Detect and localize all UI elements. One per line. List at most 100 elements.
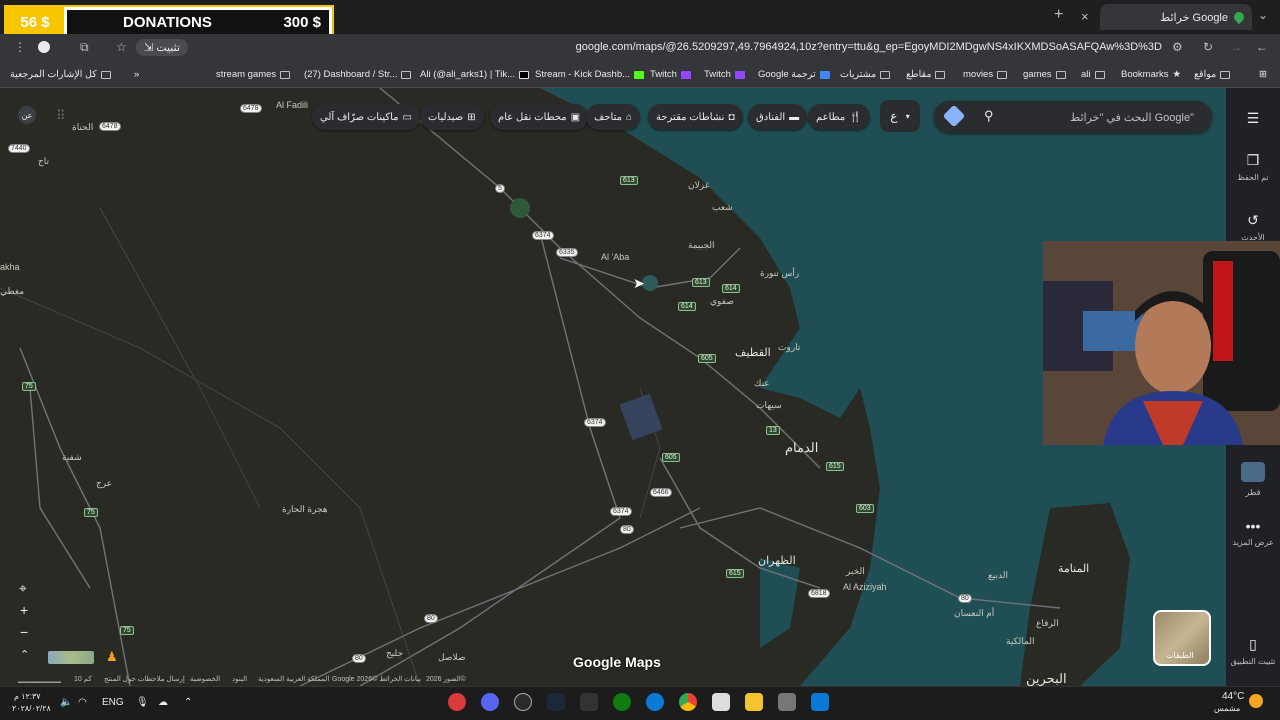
bookmark-item[interactable]: مواقع <box>1194 69 1231 80</box>
language-indicator[interactable]: ENG <box>102 697 124 708</box>
file-explorer-icon[interactable] <box>745 693 763 711</box>
bookmark-item[interactable]: games <box>1023 69 1066 80</box>
chip-pharmacy[interactable]: صيدليات ⊞ <box>420 104 484 130</box>
bookmark-item[interactable]: movies <box>963 69 1008 80</box>
wifi-icon[interactable]: ◠ <box>78 697 87 708</box>
weather-label: مشمس <box>1214 704 1241 713</box>
app-window-icon[interactable] <box>778 693 796 711</box>
obs-icon[interactable] <box>514 693 532 711</box>
search-input[interactable]: البحث في "خرائط Google" <box>1070 111 1194 124</box>
apps-grid-icon[interactable]: ⠿ <box>56 108 66 124</box>
bookmark-item[interactable]: مشتريات <box>840 69 891 80</box>
directions-icon[interactable] <box>942 104 966 128</box>
footer-privacy-link[interactable]: الخصوصية <box>190 675 220 683</box>
cloud-icon[interactable]: ☁ <box>158 697 168 708</box>
address-bar[interactable]: google.com/maps/@26.5209297,49.7964924,1… <box>576 41 1162 53</box>
place-label: تاروت <box>778 342 801 352</box>
chip-hotels[interactable]: الفنادق ▬ <box>748 104 808 130</box>
road-shield: 614 <box>722 284 740 293</box>
footer-terms-link[interactable]: البنود <box>232 675 247 683</box>
road-shield: 605 <box>698 354 716 363</box>
tab-close-button[interactable]: × <box>1081 9 1089 24</box>
more-icon: ••• <box>1245 518 1261 534</box>
sidebar-saved[interactable]: ❒ تم الحفظ <box>1228 152 1278 182</box>
thumbnail-icon <box>1241 462 1265 482</box>
bookmark-item[interactable]: stream games <box>216 69 291 80</box>
tiktok-icon <box>519 70 529 79</box>
road-shield: 6374 <box>532 231 554 240</box>
epic-games-icon[interactable] <box>580 693 598 711</box>
place-label: Al 'Aba <box>601 252 630 262</box>
zoom-out-button[interactable]: − <box>20 624 28 640</box>
pegman-icon[interactable]: ♟ <box>106 649 118 665</box>
chip-transit[interactable]: محطات نقل عام ▣ <box>490 104 589 130</box>
bookmark-item[interactable]: Stream - Kick Dashb... <box>535 69 645 80</box>
site-settings-icon[interactable]: ⚙ <box>1172 40 1183 54</box>
new-tab-button[interactable]: + <box>1054 6 1063 24</box>
bookmarks-overflow-icon[interactable]: » <box>134 69 139 80</box>
bookmark-item[interactable]: ali <box>1081 69 1105 80</box>
collapse-icon[interactable]: ⌃ <box>20 648 29 661</box>
history-icon: ↺ <box>1247 212 1259 228</box>
road-shield: 80 <box>424 614 438 623</box>
bookmark-item[interactable]: (27) Dashboard / Str... <box>304 69 412 80</box>
forward-icon[interactable]: → <box>1230 40 1242 54</box>
start-icon[interactable] <box>811 693 829 711</box>
bookmark-item[interactable]: Twitch <box>704 69 745 80</box>
road-shield: 75 <box>84 508 98 517</box>
my-location-icon[interactable]: ⌖ <box>19 580 27 597</box>
apps-grid-icon[interactable]: ⊞ <box>1259 69 1267 80</box>
folder-icon <box>1055 70 1066 79</box>
temperature[interactable]: 44°C <box>1222 691 1244 702</box>
zoom-in-button[interactable]: + <box>20 602 28 618</box>
xbox-icon[interactable] <box>613 693 631 711</box>
bookmark-item[interactable]: Google ترجمة <box>758 69 830 80</box>
chip-atm[interactable]: ماكينات صرّاف آلي ▭ <box>312 104 420 130</box>
place-label: الحناة <box>72 122 94 132</box>
chip-museums[interactable]: متاحف ⌂ <box>586 104 641 130</box>
bookmark-item[interactable]: Bookmarks ★ <box>1121 69 1181 80</box>
tab-google-maps[interactable]: خرائط Google <box>1100 4 1252 30</box>
maps-search-box[interactable]: ⚲ البحث في "خرائط Google" <box>934 101 1212 133</box>
taskbar-app-icon[interactable] <box>448 693 466 711</box>
tray-overflow-icon[interactable]: ⌃ <box>184 697 192 708</box>
bookmark-star-icon[interactable]: ☆ <box>116 40 127 54</box>
road-shield: 80 <box>958 594 972 603</box>
steam-icon[interactable] <box>547 693 565 711</box>
clock-time[interactable]: ١٢:٣٧ م <box>14 692 41 701</box>
store-icon[interactable] <box>712 693 730 711</box>
install-app-button[interactable]: ⇲ تثبيت <box>136 39 188 56</box>
sidebar-recent[interactable]: ↺ الأحدث <box>1228 212 1278 242</box>
place-label: شفية <box>62 452 82 462</box>
imagery-thumbnails[interactable] <box>48 651 94 664</box>
discord-icon[interactable] <box>481 693 499 711</box>
bookmark-item[interactable]: مقاطع <box>906 69 946 80</box>
microphone-icon[interactable]: 🎙 <box>136 697 149 708</box>
edge-icon[interactable] <box>646 693 664 711</box>
chip-restaurants[interactable]: مطاعم 🍴 <box>808 104 870 130</box>
sidebar-menu[interactable]: ☰ <box>1228 110 1278 131</box>
sidebar-more[interactable]: ••• عرض المزيد <box>1228 518 1278 547</box>
back-icon[interactable]: ← <box>1256 40 1268 54</box>
sidebar-qatar[interactable]: قطر <box>1228 462 1278 497</box>
sun-icon <box>1249 694 1263 708</box>
reload-icon[interactable]: ↻ <box>1203 40 1213 54</box>
clock-date[interactable]: ٢٠٢٨/٠٢/٢٨ <box>12 704 51 713</box>
language-button[interactable]: ع ▾ <box>880 100 920 132</box>
search-icon[interactable]: ⚲ <box>984 108 994 124</box>
volume-icon[interactable]: 🔈 <box>60 697 72 708</box>
all-bookmarks[interactable]: كل الإشارات المرجعية <box>10 69 111 80</box>
footer-feedback-link[interactable]: إرسال ملاحظات حول المنتج <box>104 675 185 683</box>
account-avatar[interactable]: عن <box>18 106 36 124</box>
sidebar-install-app[interactable]: ▯ تثبيت التطبيق <box>1228 636 1278 666</box>
menu-dots-icon[interactable]: ⋮ <box>14 40 26 54</box>
google-maps-logo: Google Maps <box>573 654 661 670</box>
bookmark-item[interactable]: Twitch <box>650 69 691 80</box>
scale-bar: ▁▁▁▁▁▁▁▁ <box>18 676 62 683</box>
extensions-icon[interactable]: ⧉ <box>80 40 89 55</box>
tab-search-button[interactable]: ⌄ <box>1258 8 1268 22</box>
bookmark-item[interactable]: Ali (@ali_arks1) | Tik... <box>420 69 529 80</box>
chip-activities[interactable]: نشاطات مقترحة ◘ <box>648 104 743 130</box>
profile-avatar-icon[interactable] <box>38 41 50 53</box>
chrome-icon[interactable] <box>679 693 697 711</box>
